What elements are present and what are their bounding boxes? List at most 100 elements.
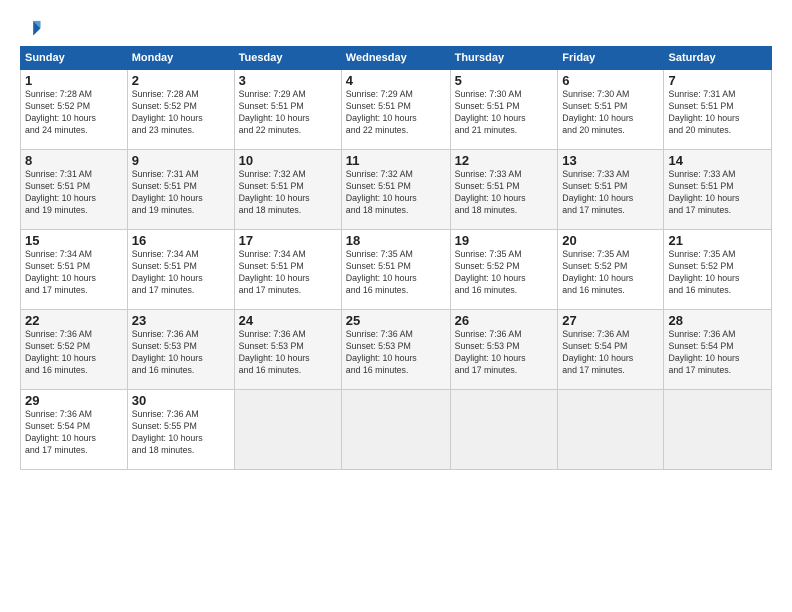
calendar-cell: 6Sunrise: 7:30 AM Sunset: 5:51 PM Daylig… bbox=[558, 70, 664, 150]
day-info: Sunrise: 7:36 AM Sunset: 5:54 PM Dayligh… bbox=[25, 409, 123, 457]
day-info: Sunrise: 7:36 AM Sunset: 5:53 PM Dayligh… bbox=[132, 329, 230, 377]
day-number: 13 bbox=[562, 153, 659, 168]
day-number: 14 bbox=[668, 153, 767, 168]
day-info: Sunrise: 7:36 AM Sunset: 5:53 PM Dayligh… bbox=[455, 329, 554, 377]
col-header-friday: Friday bbox=[558, 47, 664, 70]
day-number: 28 bbox=[668, 313, 767, 328]
day-info: Sunrise: 7:36 AM Sunset: 5:53 PM Dayligh… bbox=[346, 329, 446, 377]
calendar-cell: 23Sunrise: 7:36 AM Sunset: 5:53 PM Dayli… bbox=[127, 310, 234, 390]
calendar-cell: 11Sunrise: 7:32 AM Sunset: 5:51 PM Dayli… bbox=[341, 150, 450, 230]
day-info: Sunrise: 7:35 AM Sunset: 5:52 PM Dayligh… bbox=[668, 249, 767, 297]
day-number: 4 bbox=[346, 73, 446, 88]
day-info: Sunrise: 7:36 AM Sunset: 5:52 PM Dayligh… bbox=[25, 329, 123, 377]
calendar-cell: 12Sunrise: 7:33 AM Sunset: 5:51 PM Dayli… bbox=[450, 150, 558, 230]
calendar-row-3: 15Sunrise: 7:34 AM Sunset: 5:51 PM Dayli… bbox=[21, 230, 772, 310]
calendar-row-5: 29Sunrise: 7:36 AM Sunset: 5:54 PM Dayli… bbox=[21, 390, 772, 470]
calendar-cell: 14Sunrise: 7:33 AM Sunset: 5:51 PM Dayli… bbox=[664, 150, 772, 230]
day-info: Sunrise: 7:33 AM Sunset: 5:51 PM Dayligh… bbox=[455, 169, 554, 217]
day-info: Sunrise: 7:31 AM Sunset: 5:51 PM Dayligh… bbox=[25, 169, 123, 217]
col-header-wednesday: Wednesday bbox=[341, 47, 450, 70]
day-info: Sunrise: 7:28 AM Sunset: 5:52 PM Dayligh… bbox=[132, 89, 230, 137]
calendar-cell: 20Sunrise: 7:35 AM Sunset: 5:52 PM Dayli… bbox=[558, 230, 664, 310]
calendar-cell: 28Sunrise: 7:36 AM Sunset: 5:54 PM Dayli… bbox=[664, 310, 772, 390]
calendar-cell: 4Sunrise: 7:29 AM Sunset: 5:51 PM Daylig… bbox=[341, 70, 450, 150]
day-info: Sunrise: 7:35 AM Sunset: 5:52 PM Dayligh… bbox=[562, 249, 659, 297]
calendar-cell: 30Sunrise: 7:36 AM Sunset: 5:55 PM Dayli… bbox=[127, 390, 234, 470]
col-header-monday: Monday bbox=[127, 47, 234, 70]
calendar-cell bbox=[664, 390, 772, 470]
day-number: 19 bbox=[455, 233, 554, 248]
calendar-cell: 19Sunrise: 7:35 AM Sunset: 5:52 PM Dayli… bbox=[450, 230, 558, 310]
day-number: 20 bbox=[562, 233, 659, 248]
day-number: 17 bbox=[239, 233, 337, 248]
col-header-saturday: Saturday bbox=[664, 47, 772, 70]
day-number: 27 bbox=[562, 313, 659, 328]
day-number: 30 bbox=[132, 393, 230, 408]
day-info: Sunrise: 7:29 AM Sunset: 5:51 PM Dayligh… bbox=[239, 89, 337, 137]
calendar-table: SundayMondayTuesdayWednesdayThursdayFrid… bbox=[20, 46, 772, 470]
calendar-cell: 10Sunrise: 7:32 AM Sunset: 5:51 PM Dayli… bbox=[234, 150, 341, 230]
day-number: 8 bbox=[25, 153, 123, 168]
day-info: Sunrise: 7:36 AM Sunset: 5:54 PM Dayligh… bbox=[668, 329, 767, 377]
logo bbox=[20, 18, 44, 40]
day-info: Sunrise: 7:36 AM Sunset: 5:54 PM Dayligh… bbox=[562, 329, 659, 377]
calendar-cell: 13Sunrise: 7:33 AM Sunset: 5:51 PM Dayli… bbox=[558, 150, 664, 230]
calendar-cell: 7Sunrise: 7:31 AM Sunset: 5:51 PM Daylig… bbox=[664, 70, 772, 150]
calendar-cell: 3Sunrise: 7:29 AM Sunset: 5:51 PM Daylig… bbox=[234, 70, 341, 150]
day-number: 16 bbox=[132, 233, 230, 248]
calendar-row-1: 1Sunrise: 7:28 AM Sunset: 5:52 PM Daylig… bbox=[21, 70, 772, 150]
day-info: Sunrise: 7:30 AM Sunset: 5:51 PM Dayligh… bbox=[562, 89, 659, 137]
calendar-cell: 24Sunrise: 7:36 AM Sunset: 5:53 PM Dayli… bbox=[234, 310, 341, 390]
day-number: 29 bbox=[25, 393, 123, 408]
calendar-cell bbox=[234, 390, 341, 470]
col-header-thursday: Thursday bbox=[450, 47, 558, 70]
calendar-cell: 17Sunrise: 7:34 AM Sunset: 5:51 PM Dayli… bbox=[234, 230, 341, 310]
day-info: Sunrise: 7:36 AM Sunset: 5:53 PM Dayligh… bbox=[239, 329, 337, 377]
logo-icon bbox=[20, 18, 42, 40]
calendar-cell: 18Sunrise: 7:35 AM Sunset: 5:51 PM Dayli… bbox=[341, 230, 450, 310]
day-number: 1 bbox=[25, 73, 123, 88]
calendar-cell: 2Sunrise: 7:28 AM Sunset: 5:52 PM Daylig… bbox=[127, 70, 234, 150]
calendar-cell: 8Sunrise: 7:31 AM Sunset: 5:51 PM Daylig… bbox=[21, 150, 128, 230]
day-number: 9 bbox=[132, 153, 230, 168]
day-number: 18 bbox=[346, 233, 446, 248]
day-number: 3 bbox=[239, 73, 337, 88]
day-number: 23 bbox=[132, 313, 230, 328]
day-info: Sunrise: 7:29 AM Sunset: 5:51 PM Dayligh… bbox=[346, 89, 446, 137]
col-header-sunday: Sunday bbox=[21, 47, 128, 70]
day-number: 25 bbox=[346, 313, 446, 328]
day-info: Sunrise: 7:35 AM Sunset: 5:52 PM Dayligh… bbox=[455, 249, 554, 297]
day-info: Sunrise: 7:34 AM Sunset: 5:51 PM Dayligh… bbox=[25, 249, 123, 297]
day-number: 21 bbox=[668, 233, 767, 248]
day-number: 15 bbox=[25, 233, 123, 248]
day-number: 26 bbox=[455, 313, 554, 328]
calendar-cell: 21Sunrise: 7:35 AM Sunset: 5:52 PM Dayli… bbox=[664, 230, 772, 310]
calendar-cell bbox=[450, 390, 558, 470]
header bbox=[20, 18, 772, 40]
day-number: 11 bbox=[346, 153, 446, 168]
day-info: Sunrise: 7:32 AM Sunset: 5:51 PM Dayligh… bbox=[346, 169, 446, 217]
calendar-cell: 26Sunrise: 7:36 AM Sunset: 5:53 PM Dayli… bbox=[450, 310, 558, 390]
header-row: SundayMondayTuesdayWednesdayThursdayFrid… bbox=[21, 47, 772, 70]
calendar-cell: 1Sunrise: 7:28 AM Sunset: 5:52 PM Daylig… bbox=[21, 70, 128, 150]
day-number: 22 bbox=[25, 313, 123, 328]
calendar-row-2: 8Sunrise: 7:31 AM Sunset: 5:51 PM Daylig… bbox=[21, 150, 772, 230]
calendar-cell: 27Sunrise: 7:36 AM Sunset: 5:54 PM Dayli… bbox=[558, 310, 664, 390]
day-info: Sunrise: 7:33 AM Sunset: 5:51 PM Dayligh… bbox=[668, 169, 767, 217]
day-info: Sunrise: 7:34 AM Sunset: 5:51 PM Dayligh… bbox=[239, 249, 337, 297]
calendar-cell: 29Sunrise: 7:36 AM Sunset: 5:54 PM Dayli… bbox=[21, 390, 128, 470]
day-info: Sunrise: 7:31 AM Sunset: 5:51 PM Dayligh… bbox=[132, 169, 230, 217]
calendar-cell: 9Sunrise: 7:31 AM Sunset: 5:51 PM Daylig… bbox=[127, 150, 234, 230]
day-number: 10 bbox=[239, 153, 337, 168]
day-info: Sunrise: 7:28 AM Sunset: 5:52 PM Dayligh… bbox=[25, 89, 123, 137]
day-number: 6 bbox=[562, 73, 659, 88]
day-info: Sunrise: 7:35 AM Sunset: 5:51 PM Dayligh… bbox=[346, 249, 446, 297]
day-number: 24 bbox=[239, 313, 337, 328]
day-info: Sunrise: 7:31 AM Sunset: 5:51 PM Dayligh… bbox=[668, 89, 767, 137]
calendar-cell: 22Sunrise: 7:36 AM Sunset: 5:52 PM Dayli… bbox=[21, 310, 128, 390]
calendar-cell bbox=[558, 390, 664, 470]
calendar-cell: 15Sunrise: 7:34 AM Sunset: 5:51 PM Dayli… bbox=[21, 230, 128, 310]
day-number: 2 bbox=[132, 73, 230, 88]
calendar-cell: 5Sunrise: 7:30 AM Sunset: 5:51 PM Daylig… bbox=[450, 70, 558, 150]
col-header-tuesday: Tuesday bbox=[234, 47, 341, 70]
